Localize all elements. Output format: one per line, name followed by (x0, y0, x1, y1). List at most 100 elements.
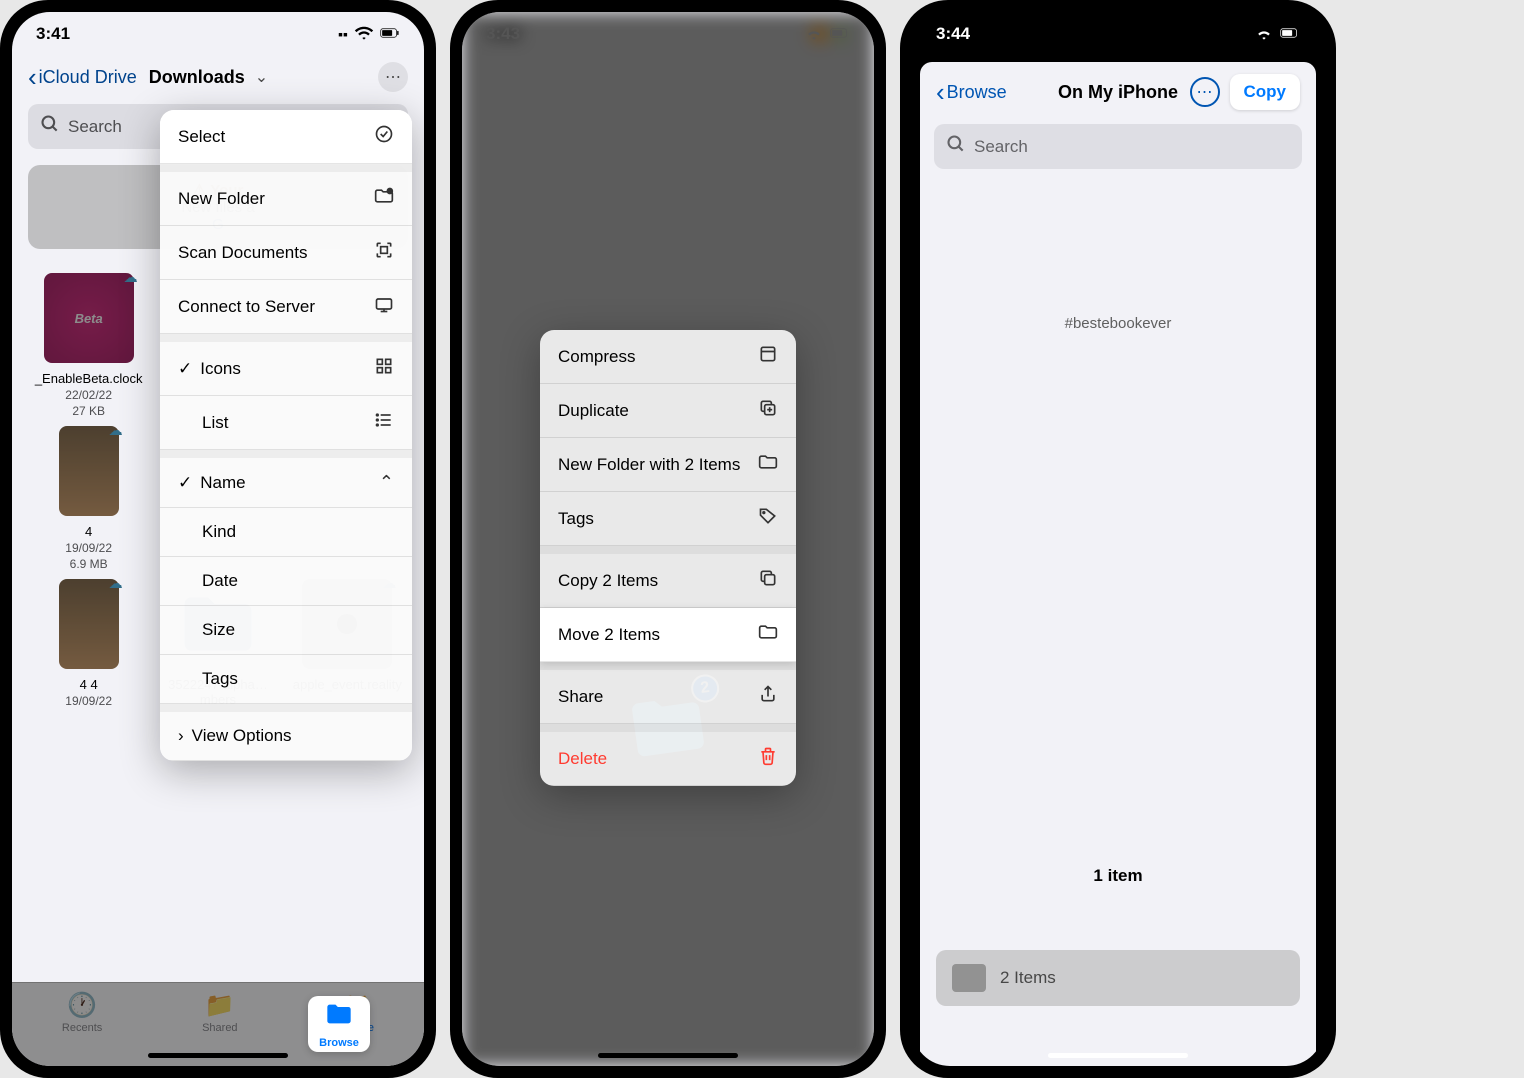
status-bar-visible: 3:43 (462, 12, 874, 56)
copy-button[interactable]: Copy (1230, 74, 1301, 110)
chevron-left-icon: ‹ (28, 64, 37, 90)
status-bar: 3:41 ▪▪ (12, 12, 424, 56)
context-menu: Select New Folder Scan Documents Connect (160, 110, 412, 761)
list-icon (374, 410, 394, 435)
file-item[interactable]: ☁ 4 4 19/09/22 (28, 579, 149, 708)
more-button[interactable]: ⋯ (378, 62, 408, 92)
tab-label: Browse (319, 1037, 359, 1049)
menu-new-folder[interactable]: New Folder (160, 172, 412, 226)
tab-label: Shared (202, 1022, 237, 1034)
status-time: 3:44 (936, 24, 970, 44)
sheet-title: On My iPhone (1058, 82, 1178, 103)
home-indicator[interactable] (1048, 1053, 1188, 1058)
search-icon (40, 114, 60, 139)
nav-bar: ‹ iCloud Drive Downloads ⌄ ⋯ (12, 56, 424, 98)
menu-duplicate[interactable]: Duplicate (540, 384, 796, 438)
file-size: 27 KB (28, 404, 149, 418)
search-field[interactable]: Search (934, 124, 1302, 169)
menu-label: Duplicate (558, 401, 629, 421)
home-indicator[interactable] (148, 1053, 288, 1058)
copy-icon (758, 568, 778, 593)
wifi-icon (804, 23, 824, 46)
clock-icon: 🕐 (62, 991, 102, 1020)
search-icon (946, 134, 966, 159)
search-placeholder: Search (974, 137, 1028, 157)
menu-tags[interactable]: Tags (160, 655, 412, 704)
file-item[interactable]: Beta☁ _EnableBeta.clock 22/02/22 27 KB (28, 273, 149, 418)
status-icons (804, 23, 850, 46)
file-preview-name: #bestebookever (940, 315, 1296, 332)
tab-shared[interactable]: 📁 Shared (202, 991, 237, 1034)
menu-list[interactable]: List (160, 396, 412, 450)
menu-move[interactable]: Move 2 Items (540, 608, 796, 662)
menu-label: Tags (558, 509, 594, 529)
menu-connect[interactable]: Connect to Server (160, 280, 412, 334)
menu-label: Size (202, 620, 235, 640)
grid-icon (374, 356, 394, 381)
ellipsis-icon: ⋯ (385, 67, 401, 87)
cloud-icon: ☁ (124, 269, 138, 286)
wifi-icon (1254, 23, 1274, 46)
menu-select[interactable]: Select (160, 110, 412, 164)
menu-compress[interactable]: Compress (540, 330, 796, 384)
menu-scan[interactable]: Scan Documents (160, 226, 412, 280)
menu-share[interactable]: Share (540, 670, 796, 724)
server-icon (374, 294, 394, 319)
wifi-icon (354, 23, 374, 46)
menu-label: Delete (558, 749, 607, 769)
menu-label: New Folder with 2 Items (558, 455, 740, 475)
folder-icon (325, 1000, 353, 1035)
menu-label: Connect to Server (178, 297, 315, 317)
check-icon: ✓ (178, 359, 192, 378)
sheet-back-button[interactable]: ‹ Browse (936, 79, 1007, 105)
sheet-header: ‹ Browse On My iPhone ⋯ Copy (920, 62, 1316, 122)
menu-delete[interactable]: Delete (540, 732, 796, 786)
chevron-up-icon: ⌃ (379, 472, 394, 493)
menu-label: Select (178, 127, 225, 147)
status-icons (1254, 23, 1300, 46)
menu-label: View Options (192, 726, 292, 745)
file-preview: #bestebookever (920, 175, 1316, 352)
phone-screenshot-3: 3:44 Search #bestebookever 1 item (900, 0, 1336, 1078)
file-name: _EnableBeta.clock (28, 371, 149, 386)
chevron-right-icon: › (178, 726, 184, 745)
file-name: 4 4 (28, 677, 149, 692)
chevron-left-icon: ‹ (936, 79, 945, 105)
menu-label: Scan Documents (178, 243, 307, 263)
menu-label: List (202, 413, 228, 433)
back-label: Browse (947, 82, 1007, 103)
back-button[interactable]: ‹ iCloud Drive (28, 64, 137, 90)
selection-footer: 2 Items (936, 950, 1300, 1006)
tab-browse-highlight[interactable]: Browse (308, 996, 370, 1052)
file-date: 19/09/22 (28, 541, 149, 555)
menu-name[interactable]: ✓Name ⌃ (160, 458, 412, 508)
selection-count: 2 Items (1000, 968, 1056, 988)
tab-recents[interactable]: 🕐 Recents (62, 991, 102, 1034)
status-icons: ▪▪ (338, 23, 400, 46)
folder-icon (758, 622, 778, 647)
menu-date[interactable]: Date (160, 557, 412, 606)
tab-label: Recents (62, 1022, 102, 1034)
menu-kind[interactable]: Kind (160, 508, 412, 557)
file-date: 22/02/22 (28, 388, 149, 402)
menu-view-options[interactable]: › View Options (160, 712, 412, 761)
menu-label: Move 2 Items (558, 625, 660, 645)
home-indicator[interactable] (598, 1053, 738, 1058)
checkmark-circle-icon (374, 124, 394, 149)
menu-label: Compress (558, 347, 635, 367)
menu-size[interactable]: Size (160, 606, 412, 655)
menu-label: New Folder (178, 189, 265, 209)
menu-icons[interactable]: ✓ Icons (160, 342, 412, 396)
cloud-icon: ☁ (109, 575, 123, 592)
share-icon (758, 684, 778, 709)
menu-label: Icons (200, 359, 241, 378)
file-item[interactable]: ☁ 4 19/09/22 6.9 MB (28, 426, 149, 571)
archive-icon (758, 344, 778, 369)
more-button[interactable]: ⋯ (1190, 77, 1220, 107)
menu-copy[interactable]: Copy 2 Items (540, 554, 796, 608)
status-bar: 3:44 (912, 12, 1324, 56)
menu-tags[interactable]: Tags (540, 492, 796, 546)
shared-folder-icon: 📁 (202, 991, 237, 1020)
folder-title[interactable]: Downloads (149, 67, 245, 88)
menu-new-folder-items[interactable]: New Folder with 2 Items (540, 438, 796, 492)
